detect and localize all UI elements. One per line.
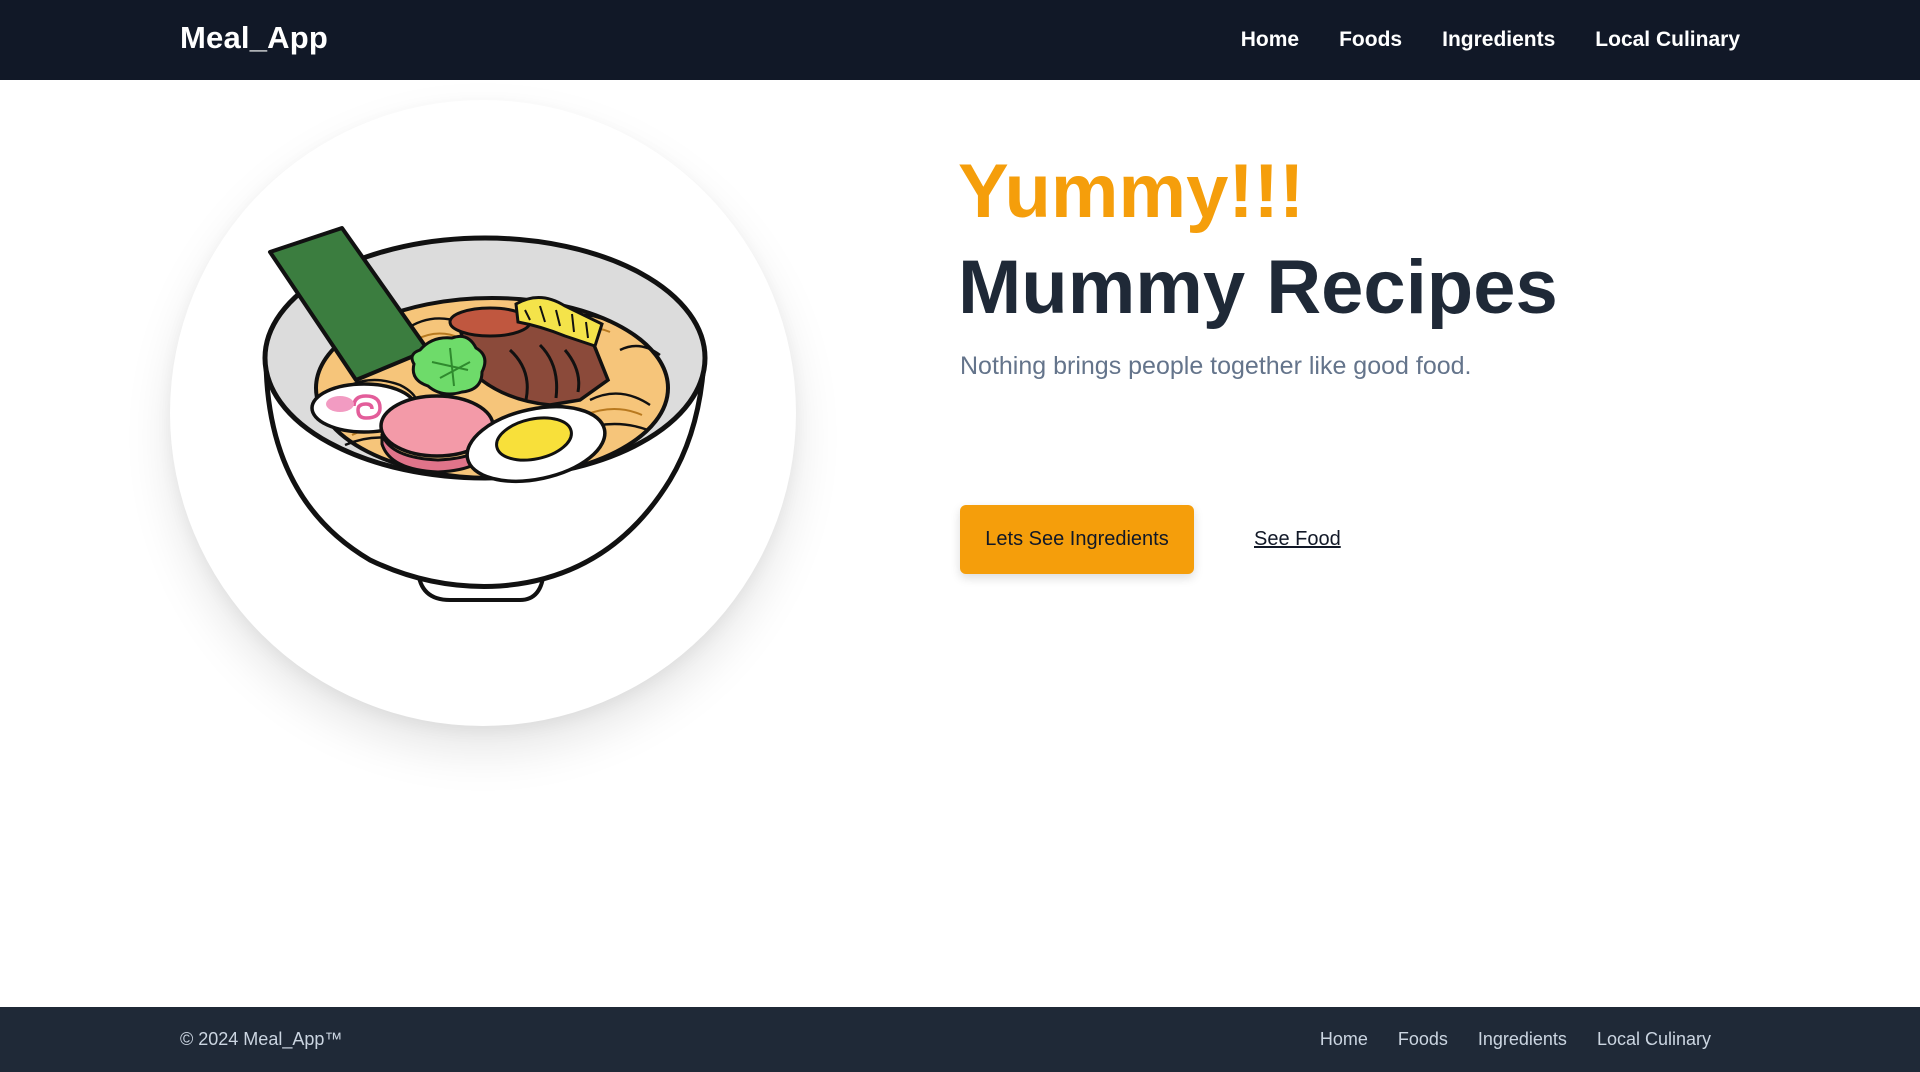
hero-image-circle xyxy=(170,100,796,726)
ramen-bowl-illustration xyxy=(262,226,708,602)
footer-ingredients-link[interactable]: Ingredients xyxy=(1478,1029,1567,1050)
footer-home-link[interactable]: Home xyxy=(1320,1029,1368,1050)
footer-foods-link[interactable]: Foods xyxy=(1398,1029,1448,1050)
page-footer: © 2024 Meal_App™ Home Foods Ingredients … xyxy=(0,1007,1920,1072)
hero-title-main: Mummy Recipes xyxy=(958,245,1558,330)
footer-local-culinary-link[interactable]: Local Culinary xyxy=(1597,1029,1711,1050)
see-food-link[interactable]: See Food xyxy=(1254,528,1341,551)
nav-foods-link[interactable]: Foods xyxy=(1339,28,1402,52)
nav-home-link[interactable]: Home xyxy=(1241,28,1299,52)
hero-subtitle: Nothing brings people together like good… xyxy=(960,352,1472,380)
nav-local-culinary-link[interactable]: Local Culinary xyxy=(1595,28,1740,52)
nav-ingredients-link[interactable]: Ingredients xyxy=(1442,28,1555,52)
copyright-text: © 2024 Meal_App™ xyxy=(180,1029,343,1049)
hero-title-accent: Yummy!!! xyxy=(958,149,1305,234)
top-navbar: Meal_App Home Foods Ingredients Local Cu… xyxy=(0,0,1920,80)
main-nav: Home Foods Ingredients Local Culinary xyxy=(1201,0,1740,80)
brand-logo[interactable]: Meal_App xyxy=(180,20,328,56)
footer-nav: Home Foods Ingredients Local Culinary xyxy=(1290,1007,1711,1072)
see-ingredients-button[interactable]: Lets See Ingredients xyxy=(960,505,1194,574)
